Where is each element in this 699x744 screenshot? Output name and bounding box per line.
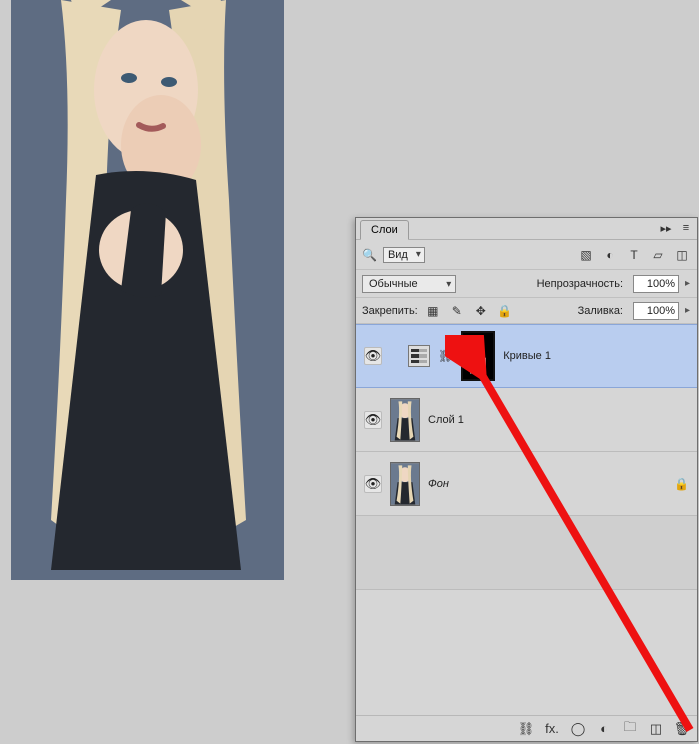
layer-mask-thumb[interactable] [461,331,495,381]
tab-layers[interactable]: Слои [360,220,409,240]
layer-filter-row: 🔍 Вид ▧ ◐ T ▱ ◫ [356,240,697,270]
lock-icon: 🔒 [674,477,689,491]
curves-adjustment-icon [408,345,430,367]
lock-move-icon[interactable]: ✥ [472,302,490,320]
collapse-icon[interactable]: ▸▸ [659,221,673,235]
new-layer-icon[interactable]: ◫ [647,720,665,738]
new-group-icon[interactable]: 🗀 [621,720,639,738]
filter-smart-icon[interactable]: ◫ [673,246,691,264]
link-mask-icon[interactable]: ⛓ [438,349,453,363]
fill-input[interactable]: 100% [633,302,679,320]
document-photo [11,0,284,580]
lock-fill-row: Закрепить: ▦ ✎ ✥ 🔒 Заливка: 100% [356,298,697,324]
filter-adjust-icon[interactable]: ◐ [601,246,619,264]
link-layers-icon[interactable]: ⛓ [517,720,535,738]
layers-list: 👁 ⛓ Кривые 1 👁 [356,324,697,590]
layers-panel: Слои ▸▸ ≡ 🔍 Вид ▧ ◐ T ▱ ◫ Обычные Непроз… [355,217,698,742]
lock-label: Закрепить: [362,305,418,317]
fill-label: Заливка: [578,305,623,317]
layer-name: Фон [428,478,449,490]
filter-shape-icon[interactable]: ▱ [649,246,667,264]
layers-empty-area [356,516,697,590]
filter-pixel-icon[interactable]: ▧ [577,246,595,264]
visibility-toggle[interactable]: 👁 [364,475,382,493]
blend-opacity-row: Обычные Непрозрачность: 100% [356,270,697,298]
layer-row-curves[interactable]: 👁 ⛓ Кривые 1 [356,324,697,388]
layer-name: Кривые 1 [503,350,551,362]
add-mask-icon[interactable]: ◯ [569,720,587,738]
layer-thumb[interactable] [390,398,420,442]
panel-menu-icon[interactable]: ≡ [679,221,693,235]
layer-row-background[interactable]: 👁 Фон 🔒 [356,452,697,516]
layer-name: Слой 1 [428,414,464,426]
visibility-toggle[interactable]: 👁 [364,347,382,365]
visibility-toggle[interactable]: 👁 [364,411,382,429]
lock-all-icon[interactable]: 🔒 [496,302,514,320]
layer-row-raster[interactable]: 👁 Слой 1 [356,388,697,452]
opacity-label: Непрозрачность: [537,278,623,290]
lock-brush-icon[interactable]: ✎ [448,302,466,320]
lock-pixels-icon[interactable]: ▦ [424,302,442,320]
opacity-input[interactable]: 100% [633,275,679,293]
layer-thumb[interactable] [390,462,420,506]
fx-icon[interactable]: fx. [543,720,561,738]
filter-kind-select[interactable]: Вид [383,247,425,263]
filter-text-icon[interactable]: T [625,246,643,264]
new-adjustment-icon[interactable]: ◐ [595,720,613,738]
panel-tabbar: Слои ▸▸ ≡ [356,218,697,240]
panel-footer: ⛓ fx. ◯ ◐ 🗀 ◫ 🗑 [356,715,697,741]
blend-mode-select[interactable]: Обычные [362,275,456,293]
search-icon: 🔍 [362,248,377,262]
delete-layer-icon[interactable]: 🗑 [673,720,691,738]
